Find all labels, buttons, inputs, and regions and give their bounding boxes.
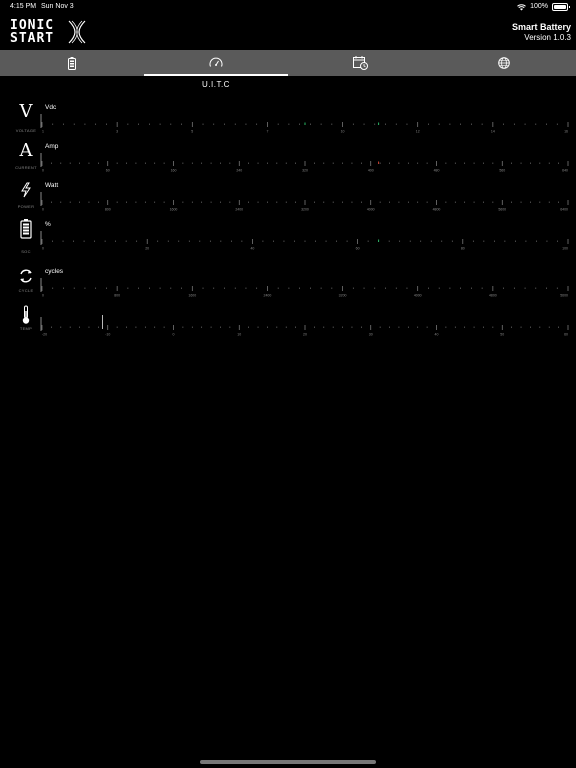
voltage-icon-glyph: V xyxy=(19,101,33,122)
tab-uitc[interactable] xyxy=(144,50,288,76)
soc-battery-icon xyxy=(14,219,38,239)
tick-label: 560 xyxy=(499,169,505,173)
tick-label: 60 xyxy=(564,333,568,337)
tick-label: 2400 xyxy=(264,294,272,298)
tick-label: -20 xyxy=(42,333,47,337)
app-header: IONIC START Smart Battery Version 1.0.3 xyxy=(0,14,576,50)
tick-label: 40 xyxy=(435,333,439,337)
tick-label: 480 xyxy=(434,169,440,173)
tick-label: 60 xyxy=(106,169,110,173)
tick-label: 30 xyxy=(369,333,373,337)
tick-label: 2400 xyxy=(235,208,243,212)
tick-label: 0 xyxy=(173,333,175,337)
battery-icon xyxy=(68,56,76,70)
status-right: 100% xyxy=(517,0,570,14)
tick-label: 7 xyxy=(266,130,268,134)
tick-label: 1 xyxy=(42,130,44,134)
status-time: 4:15 PM xyxy=(10,3,37,10)
gauge-scale-power: 0 800 1600 2400 3200 4000 4800 5600 6400 xyxy=(40,192,569,212)
gauge-scale-voltage: 1 3 5 7 10 12 14 16 xyxy=(40,114,569,134)
home-indicator[interactable] xyxy=(200,760,376,764)
current-icon-glyph: A xyxy=(19,140,33,161)
gauge-row-voltage: V VOLTAGE Vdc 1 3 5 7 10 12 14 16 xyxy=(0,102,576,138)
tick-label: 800 xyxy=(114,294,120,298)
tick-label: 1600 xyxy=(170,208,178,212)
tab-schedule[interactable] xyxy=(288,50,432,76)
tick-label: 20 xyxy=(303,333,307,337)
tick-label: 240 xyxy=(236,169,242,173)
gauge-row-cycle: CYCLE cycles 0 800 1600 2400 3200 4000 4800 5600 xyxy=(0,266,576,302)
tick-label: 4000 xyxy=(367,208,375,212)
gauge-scale-temp: -20 -10 0 10 20 30 40 50 60 xyxy=(40,315,569,337)
gauge-scale-cycle: 0 800 1600 2400 3200 4000 4800 5600 xyxy=(40,278,569,298)
tick-label: 320 xyxy=(302,169,308,173)
section-label: U.I.T.C xyxy=(202,80,230,89)
status-date: Sun Nov 3 xyxy=(41,3,74,10)
tick-label: 10 xyxy=(237,333,241,337)
tick-label: 0 xyxy=(42,208,44,212)
thermometer-icon xyxy=(14,305,38,325)
tick-label: 4800 xyxy=(433,208,441,212)
tick-label: 5600 xyxy=(498,208,506,212)
tick-label: 16 xyxy=(564,130,568,134)
voltage-icon: V xyxy=(14,102,38,122)
tick-label: 3200 xyxy=(301,208,309,212)
globe-icon xyxy=(498,57,510,69)
tick-label: 160 xyxy=(171,169,177,173)
tick-label: 20 xyxy=(145,247,149,251)
gauge-row-soc: SOC% 0 20 40 60 80 100 xyxy=(0,219,576,255)
gauge-scale-soc: 0 20 40 60 80 100 xyxy=(40,231,569,251)
app-title: Smart Battery xyxy=(511,22,571,32)
logo-line2: START xyxy=(10,31,55,46)
ionic-start-logo: IONIC START xyxy=(10,17,90,47)
gauge-row-temp: TEMP -20 -10 0 10 20 30 40 50 60 xyxy=(0,305,576,341)
gauge-scale-current: 0 60 160 240 320 400 480 560 640 xyxy=(40,153,569,173)
power-icon xyxy=(14,180,38,200)
wifi-icon xyxy=(517,3,526,10)
tick-label: 10 xyxy=(341,130,345,134)
current-icon: A xyxy=(14,141,38,161)
logo-mark-icon xyxy=(68,20,86,44)
tick-label: 400 xyxy=(368,169,374,173)
tick-label: 5 xyxy=(191,130,193,134)
status-battery-icon xyxy=(552,3,570,11)
tick-label: 0 xyxy=(42,294,44,298)
tab-network[interactable] xyxy=(432,50,576,76)
tab-bar xyxy=(0,50,576,76)
tick-label: 3200 xyxy=(339,294,347,298)
speedometer-icon xyxy=(209,57,223,67)
tick-label: 60 xyxy=(356,247,360,251)
tab-battery[interactable] xyxy=(0,50,144,76)
tick-label: 40 xyxy=(250,247,254,251)
tick-label: 12 xyxy=(416,130,420,134)
tick-label: 800 xyxy=(105,208,111,212)
tick-label: 6400 xyxy=(560,208,568,212)
tick-label: 0 xyxy=(42,247,44,251)
tick-label: 4800 xyxy=(489,294,497,298)
cycle-icon xyxy=(14,266,38,286)
tick-label: 4000 xyxy=(414,294,422,298)
tick-label: 3 xyxy=(116,130,118,134)
tick-label: 0 xyxy=(42,169,44,173)
tick-label: 100 xyxy=(562,247,568,251)
tick-label: 80 xyxy=(461,247,465,251)
tick-label: 14 xyxy=(491,130,495,134)
tick-label: -10 xyxy=(105,333,110,337)
tick-label: 640 xyxy=(562,169,568,173)
app-version: Version 1.0.3 xyxy=(524,33,571,42)
gauge-row-current: A CURRENT Amp 0 60 160 240 320 400 480 560 640 xyxy=(0,141,576,177)
battery-percent: 100% xyxy=(530,3,548,10)
tick-label: 50 xyxy=(500,333,504,337)
status-bar: 4:15 PM Sun Nov 3 100% xyxy=(0,0,576,14)
calendar-clock-icon xyxy=(352,56,368,70)
tick-label: 1600 xyxy=(188,294,196,298)
gauge-row-power: POWER Watt 0 800 1600 2400 3200 4000 4800 5600 640… xyxy=(0,180,576,216)
tick-label: 5600 xyxy=(560,294,568,298)
